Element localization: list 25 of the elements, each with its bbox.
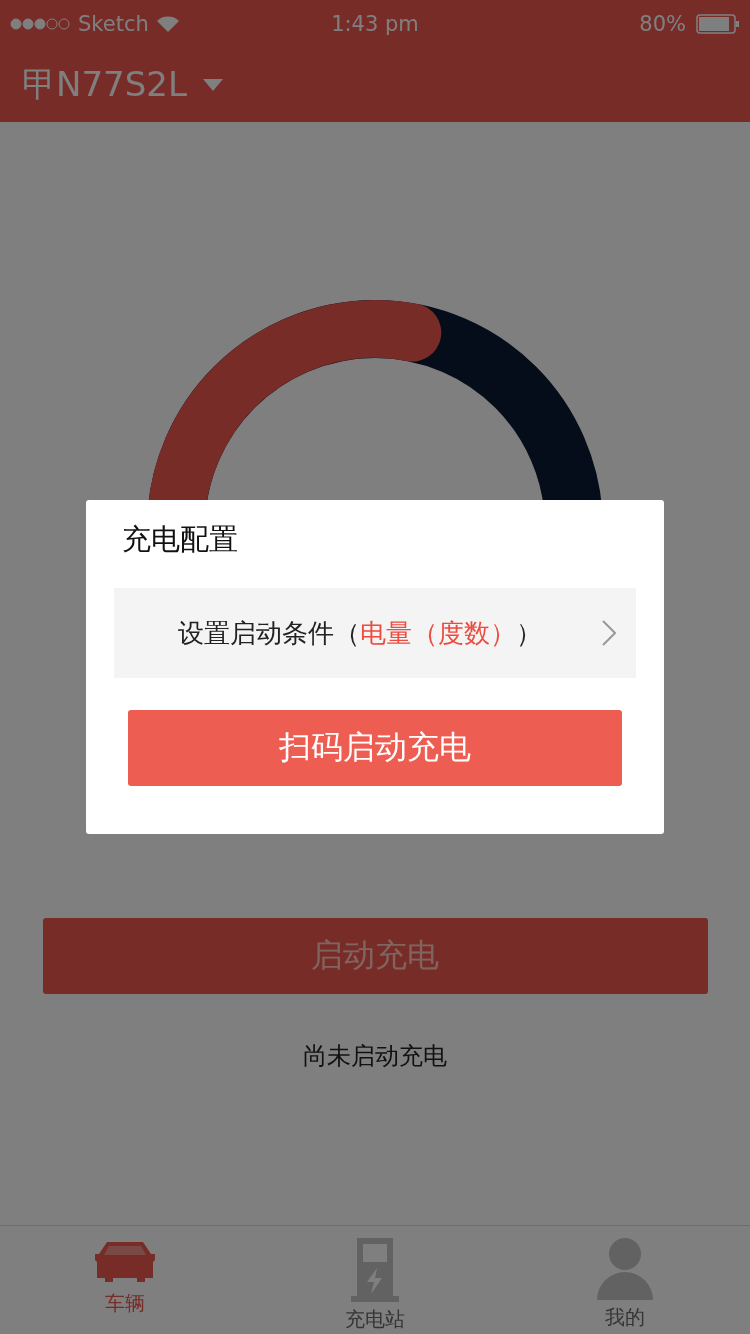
- dialog-title: 充电配置: [121, 521, 239, 558]
- status-time: 1:43 pm: [331, 12, 419, 36]
- start-charging-button[interactable]: 启动充电: [42, 918, 708, 994]
- charging-station-icon: [349, 1238, 401, 1302]
- scan-start-button[interactable]: 扫码启动充电: [128, 710, 622, 786]
- tab-label: 我的: [605, 1304, 645, 1331]
- condition-label: 设置启动条件（: [178, 616, 360, 650]
- battery-icon: [696, 14, 740, 34]
- person-icon: [597, 1238, 653, 1300]
- signal-icon: [10, 18, 70, 30]
- wifi-icon: [156, 16, 179, 32]
- tab-item[interactable]: 充电站: [250, 1226, 500, 1334]
- tab-item[interactable]: 我的: [500, 1226, 750, 1334]
- tab-label: 车辆: [105, 1290, 145, 1317]
- tab-item[interactable]: 车辆: [0, 1226, 250, 1334]
- vehicle-plate[interactable]: 甲N77S2L: [22, 62, 187, 108]
- charging-status: 尚未启动充电: [303, 1041, 447, 1072]
- chevron-right-icon: [602, 620, 616, 646]
- carrier-name: Sketch: [78, 12, 149, 36]
- start-condition-row[interactable]: 设置启动条件（电量（度数））: [114, 588, 636, 678]
- tab-label: 充电站: [345, 1306, 405, 1333]
- condition-suffix: ）: [516, 616, 543, 650]
- battery-percent: 80%: [639, 12, 686, 36]
- dropdown-caret-icon[interactable]: [202, 79, 223, 91]
- condition-value: 电量（度数）: [360, 616, 516, 650]
